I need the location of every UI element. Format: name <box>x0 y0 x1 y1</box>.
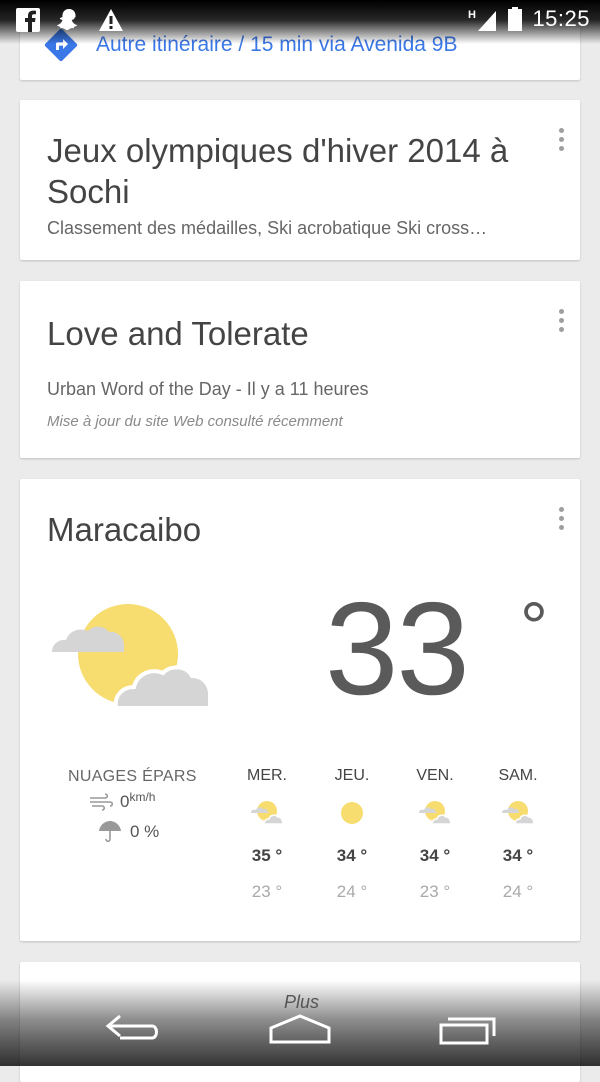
forecast-high: 35 ° <box>251 846 283 865</box>
precipitation-info: 0 % <box>98 820 159 844</box>
partly-cloudy-icon <box>52 604 210 710</box>
overflow-menu-icon[interactable] <box>558 507 564 530</box>
partly-cloudy-icon <box>419 801 452 825</box>
forecast-high: 34 ° <box>336 846 368 865</box>
partly-cloudy-icon <box>502 801 535 825</box>
recent-apps-icon[interactable] <box>438 1012 498 1046</box>
warning-icon <box>99 9 123 31</box>
forecast-low: 23 ° <box>251 882 283 901</box>
wind-icon <box>90 793 114 811</box>
facebook-icon <box>16 8 40 32</box>
forecast: MER. 35 ° 23 ° JEU. 34 ° 24 ° VEN. 34 ° … <box>232 767 552 901</box>
forecast-low: 24 ° <box>502 882 534 901</box>
wind-speed: 0km/h <box>120 790 156 811</box>
weather-card[interactable]: Maracaibo 33 ° NUAGES ÉPARS 0km/h 0 % ME… <box>20 479 580 941</box>
card-title: Love and Tolerate <box>47 315 309 352</box>
forecast-high: 34 ° <box>502 846 534 865</box>
forecast-day-name: MER. <box>247 767 287 784</box>
forecast-day-name: JEU. <box>334 767 370 784</box>
snapchat-icon <box>57 9 78 31</box>
forecast-day: MER. 35 ° 23 ° <box>232 767 302 902</box>
card-subtitle: Classement des médailles, Ski acrobatiqu… <box>47 218 488 238</box>
forecast-day: SAM. 34 ° 24 ° <box>483 767 553 902</box>
overflow-menu-icon[interactable] <box>558 128 564 151</box>
svg-text:H: H <box>468 9 476 21</box>
signal-icon: H <box>468 9 497 31</box>
clock: 15:25 <box>532 6 590 31</box>
forecast-low: 24 ° <box>336 882 368 901</box>
forecast-day: JEU. 34 ° 24 ° <box>317 767 387 902</box>
current-temperature: 33 <box>325 575 470 722</box>
forecast-day-name: VEN. <box>416 767 454 784</box>
sunny-icon <box>341 802 363 824</box>
forecast-day-name: SAM. <box>498 767 538 784</box>
degree-symbol: ° <box>520 588 548 666</box>
battery-icon <box>508 7 523 31</box>
card-subtitle: Urban Word of the Day - Il y a 11 heures <box>47 379 369 399</box>
word-of-day-card[interactable]: Love and Tolerate Urban Word of the Day … <box>20 281 580 458</box>
forecast-low: 23 ° <box>419 882 451 901</box>
olympics-card[interactable]: Jeux olympiques d'hiver 2014 à Sochi Cla… <box>20 100 580 260</box>
partly-cloudy-icon <box>251 801 284 825</box>
status-bar: H 15:25 <box>0 0 600 44</box>
city-name: Maracaibo <box>47 511 202 548</box>
overflow-menu-icon[interactable] <box>558 309 564 332</box>
home-icon[interactable] <box>268 1014 332 1046</box>
plus-label[interactable]: Plus <box>284 992 319 1013</box>
wind-info: 0km/h <box>88 790 156 812</box>
card-note: Mise à jour du site Web consulté récemme… <box>47 413 343 430</box>
forecast-high: 34 ° <box>419 846 451 865</box>
umbrella-icon <box>99 821 121 843</box>
forecast-day: VEN. 34 ° 23 ° <box>400 767 470 902</box>
precipitation-value: 0 % <box>130 822 160 841</box>
card-title: Jeux olympiques d'hiver 2014 à Sochi <box>47 132 509 210</box>
condition-label: NUAGES ÉPARS <box>68 768 197 785</box>
back-icon[interactable] <box>104 1012 162 1044</box>
